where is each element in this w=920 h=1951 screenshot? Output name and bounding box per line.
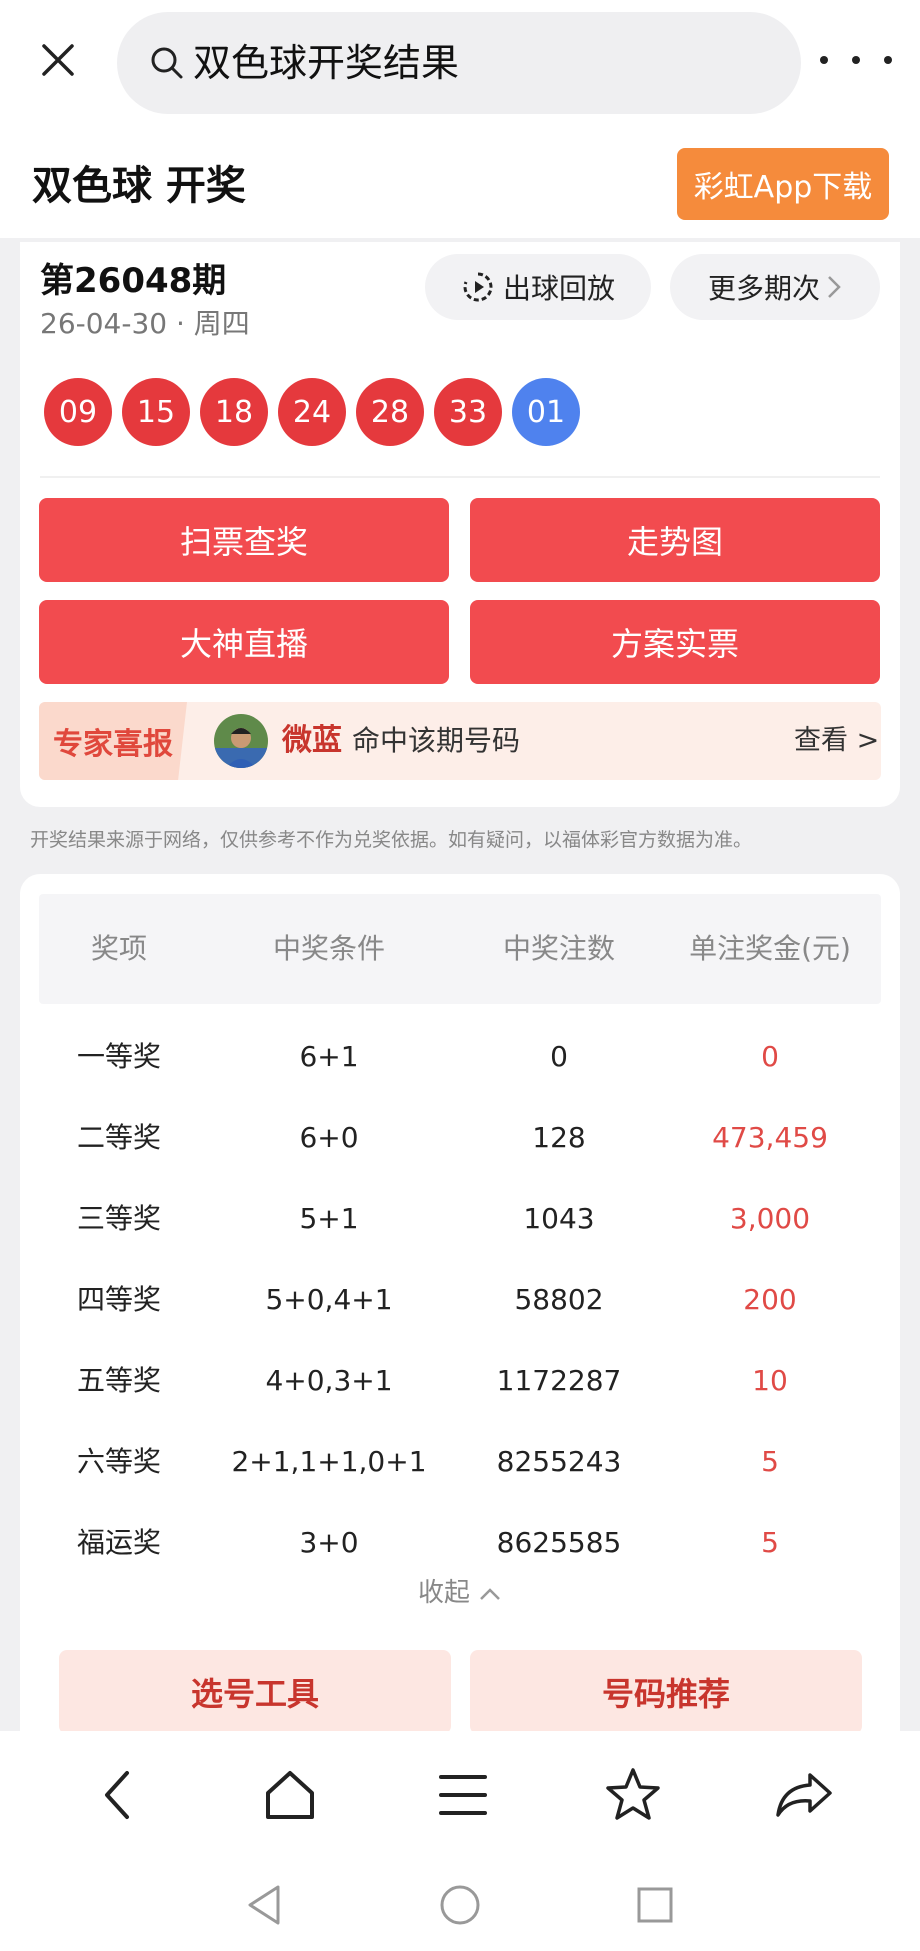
table-row: 四等奖 5+0,4+1 58802 200 bbox=[39, 1260, 881, 1341]
red-ball: 09 bbox=[44, 378, 112, 446]
prize-amount: 473,459 bbox=[712, 1121, 828, 1154]
winner-count: 8625585 bbox=[496, 1526, 622, 1559]
replay-label: 出球回放 bbox=[502, 272, 615, 305]
collapse-button[interactable]: 收起 bbox=[20, 1573, 900, 1613]
share-icon[interactable] bbox=[768, 1759, 840, 1831]
table-row: 一等奖 6+1 0 0 bbox=[39, 1017, 881, 1098]
prize-amount: 200 bbox=[743, 1283, 797, 1316]
top-bar: 双色球开奖结果 bbox=[0, 0, 920, 128]
red-ball: 33 bbox=[434, 378, 502, 446]
prize-level: 四等奖 bbox=[76, 1283, 161, 1316]
prize-amount: 3,000 bbox=[729, 1202, 811, 1235]
browser-toolbar bbox=[0, 1731, 920, 1861]
search-icon bbox=[151, 47, 183, 79]
expert-name: 微蓝 bbox=[282, 723, 342, 758]
issue-number: 第26048期 bbox=[40, 261, 227, 301]
table-row: 六等奖 2+1,1+1,0+1 8255243 5 bbox=[39, 1422, 881, 1503]
win-condition: 3+0 bbox=[299, 1526, 359, 1559]
red-ball: 18 bbox=[200, 378, 268, 446]
more-issues-button[interactable]: 更多期次 bbox=[670, 254, 880, 320]
more-issues-label: 更多期次 bbox=[707, 272, 820, 305]
collapse-label: 收起 bbox=[417, 1578, 470, 1608]
star-icon[interactable] bbox=[597, 1759, 669, 1831]
app-download-button[interactable]: 彩虹App下载 bbox=[677, 148, 889, 220]
replay-icon bbox=[463, 272, 493, 302]
draw-date: 26-04-30 · 周四 bbox=[40, 307, 250, 340]
prize-level: 六等奖 bbox=[76, 1445, 161, 1478]
menu-icon[interactable] bbox=[427, 1759, 499, 1831]
plan-ticket-button[interactable]: 方案实票 bbox=[470, 600, 880, 684]
win-condition: 5+1 bbox=[299, 1202, 359, 1235]
system-home-icon[interactable] bbox=[432, 1877, 488, 1933]
table-header: 奖项 中奖条件 中奖注数 单注奖金(元) bbox=[39, 894, 881, 1004]
expert-message: 命中该期号码 bbox=[352, 724, 521, 757]
expert-news-tag: 专家喜报 bbox=[39, 702, 187, 780]
prize-level: 三等奖 bbox=[76, 1202, 161, 1235]
blue-ball: 01 bbox=[512, 378, 580, 446]
win-condition: 4+0,3+1 bbox=[265, 1364, 393, 1397]
prize-level: 福运奖 bbox=[76, 1526, 161, 1559]
win-condition: 6+0 bbox=[299, 1121, 359, 1154]
winner-count: 1043 bbox=[523, 1202, 595, 1235]
prize-level: 五等奖 bbox=[76, 1364, 161, 1397]
page-header: 双色球 开奖 彩虹App下载 bbox=[0, 128, 920, 238]
red-ball: 28 bbox=[356, 378, 424, 446]
system-nav-bar bbox=[0, 1861, 920, 1951]
disclaimer: 开奖结果来源于网络，仅供参考不作为兑奖依据。如有疑问，以福体彩官方数据为准。 bbox=[30, 829, 753, 851]
column-header: 单注奖金(元) bbox=[689, 932, 851, 965]
avatar bbox=[214, 714, 268, 768]
prize-amount: 5 bbox=[761, 1445, 779, 1478]
expert-news-bar[interactable]: 专家喜报 微蓝 命中该期号码 查看 > bbox=[39, 702, 881, 780]
trend-chart-button[interactable]: 走势图 bbox=[470, 498, 880, 582]
search-input[interactable]: 双色球开奖结果 bbox=[117, 12, 801, 114]
system-recents-icon[interactable] bbox=[627, 1877, 683, 1933]
live-stream-button[interactable]: 大神直播 bbox=[39, 600, 449, 684]
winner-count: 1172287 bbox=[496, 1364, 622, 1397]
replay-button[interactable]: 出球回放 bbox=[425, 254, 651, 320]
view-link[interactable]: 查看 > bbox=[794, 720, 879, 762]
red-ball: 15 bbox=[122, 378, 190, 446]
win-condition: 5+0,4+1 bbox=[265, 1283, 393, 1316]
search-query: 双色球开奖结果 bbox=[193, 41, 460, 85]
table-row: 福运奖 3+0 8625585 5 bbox=[39, 1503, 881, 1584]
home-icon[interactable] bbox=[254, 1759, 326, 1831]
column-header: 中奖注数 bbox=[502, 932, 615, 965]
winning-numbers: 09 15 18 24 28 33 01 bbox=[44, 378, 580, 446]
prize-level: 一等奖 bbox=[76, 1040, 161, 1073]
column-header: 奖项 bbox=[90, 932, 147, 965]
table-row: 五等奖 4+0,3+1 1172287 10 bbox=[39, 1341, 881, 1422]
win-condition: 2+1,1+1,0+1 bbox=[231, 1445, 427, 1478]
more-dots-icon[interactable] bbox=[820, 36, 892, 84]
page-title: 双色球 开奖 bbox=[32, 163, 246, 209]
winner-count: 58802 bbox=[514, 1283, 604, 1316]
prize-amount: 10 bbox=[752, 1364, 788, 1397]
winner-count: 128 bbox=[532, 1121, 586, 1154]
divider bbox=[40, 476, 880, 478]
table-row: 二等奖 6+0 128 473,459 bbox=[39, 1098, 881, 1179]
prize-amount: 0 bbox=[761, 1040, 779, 1073]
number-picker-button[interactable]: 选号工具 bbox=[59, 1650, 451, 1734]
back-arrow-icon[interactable] bbox=[81, 1759, 153, 1831]
prize-level: 二等奖 bbox=[76, 1121, 161, 1154]
chevron-right-icon bbox=[828, 276, 841, 298]
chevron-up-icon bbox=[480, 1587, 500, 1600]
winner-count: 8255243 bbox=[496, 1445, 622, 1478]
prize-amount: 5 bbox=[761, 1526, 779, 1559]
red-ball: 24 bbox=[278, 378, 346, 446]
scan-ticket-button[interactable]: 扫票查奖 bbox=[39, 498, 449, 582]
win-condition: 6+1 bbox=[299, 1040, 359, 1073]
system-back-icon[interactable] bbox=[236, 1877, 292, 1933]
close-icon[interactable] bbox=[30, 32, 86, 88]
winner-count: 0 bbox=[550, 1040, 568, 1073]
draw-result-card: 第26048期 26-04-30 · 周四 出球回放 更多期次 09 15 18… bbox=[20, 242, 900, 807]
number-recommend-button[interactable]: 号码推荐 bbox=[470, 1650, 862, 1734]
column-header: 中奖条件 bbox=[272, 932, 385, 965]
table-row: 三等奖 5+1 1043 3,000 bbox=[39, 1179, 881, 1260]
